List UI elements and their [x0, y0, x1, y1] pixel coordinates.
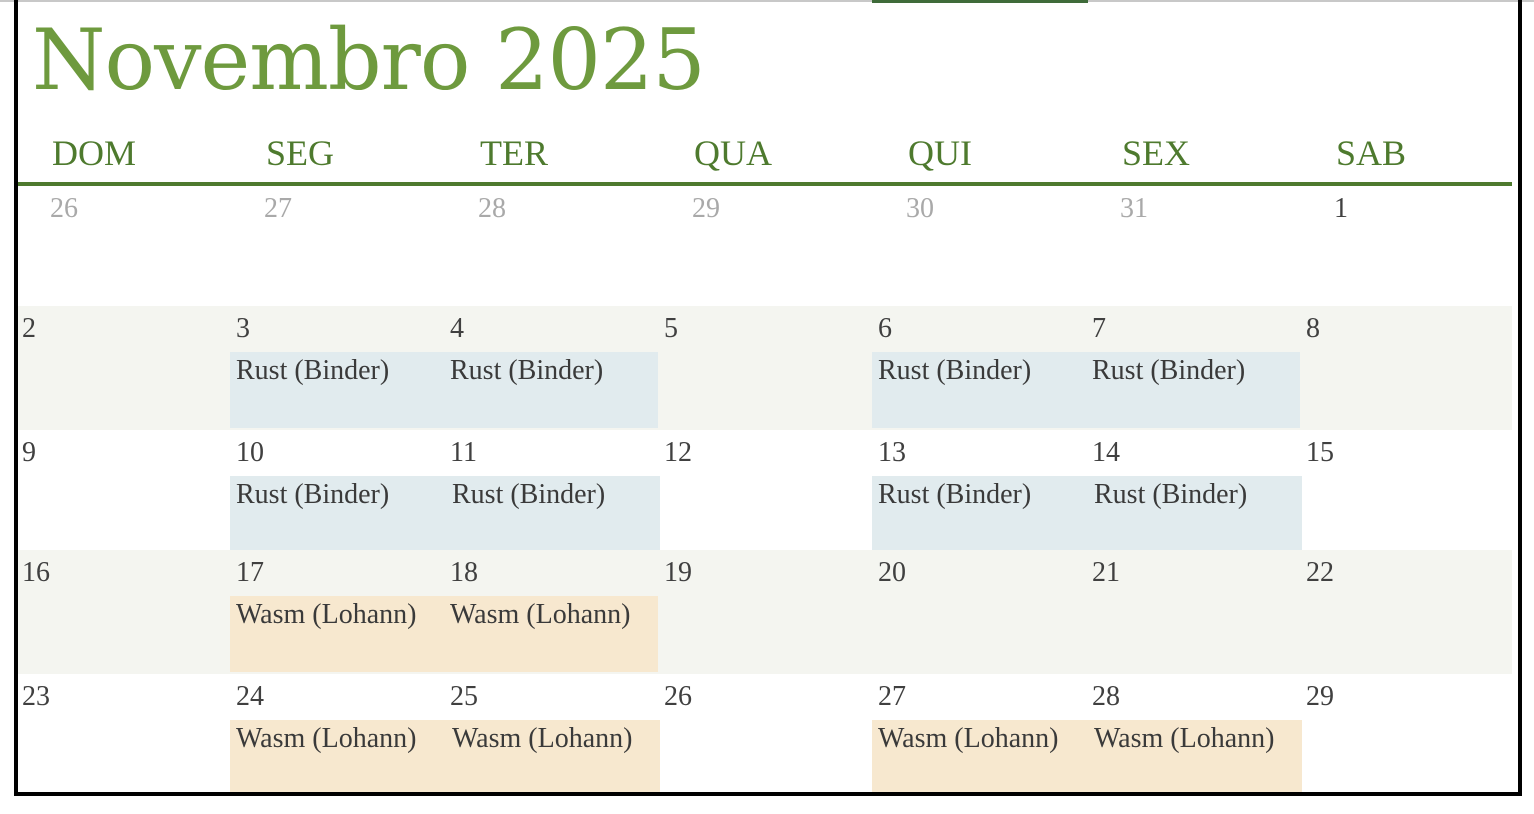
day-number[interactable]: 4 [450, 314, 464, 344]
day-number[interactable]: 7 [1092, 314, 1106, 344]
weekday-saturday: SAB [1336, 133, 1407, 173]
day-number[interactable]: 26 [664, 682, 692, 712]
day-number[interactable]: 19 [664, 558, 692, 588]
weekday-wednesday: QUA [694, 133, 772, 173]
day-number[interactable]: 24 [236, 682, 264, 712]
event-rust-binder[interactable]: Rust (Binder) [1086, 352, 1300, 428]
day-number[interactable]: 9 [22, 438, 36, 468]
day-number[interactable]: 3 [236, 314, 250, 344]
event-rust-binder[interactable]: Rust (Binder) [1088, 476, 1302, 552]
weekday-monday: SEG [266, 133, 335, 173]
day-number[interactable]: 18 [450, 558, 478, 588]
day-number[interactable]: 2 [22, 314, 36, 344]
event-wasm-lohann[interactable]: Wasm (Lohann) [1088, 720, 1302, 792]
event-rust-binder[interactable]: Rust (Binder) [446, 476, 660, 552]
event-rust-binder[interactable]: Rust (Binder) [872, 476, 1088, 552]
day-number[interactable]: 16 [22, 558, 50, 588]
day-number[interactable]: 23 [22, 682, 50, 712]
day-number[interactable]: 28 [478, 194, 506, 224]
day-number[interactable]: 1 [1334, 194, 1348, 224]
day-number[interactable]: 11 [450, 438, 477, 468]
day-number[interactable]: 21 [1092, 558, 1120, 588]
week-row-5: 23 24 25 26 27 28 29 Wasm (Lohann) Wasm … [18, 674, 1512, 792]
week-row-4: 16 17 18 19 20 21 22 Wasm (Lohann) Wasm … [18, 550, 1512, 674]
day-number[interactable]: 13 [878, 438, 906, 468]
event-wasm-lohann[interactable]: Wasm (Lohann) [230, 596, 444, 672]
event-wasm-lohann[interactable]: Wasm (Lohann) [230, 720, 446, 792]
day-number[interactable]: 15 [1306, 438, 1334, 468]
day-number[interactable]: 12 [664, 438, 692, 468]
weekday-sunday: DOM [52, 133, 137, 173]
weekday-header: DOM SEG TER QUA QUI SEX SAB [18, 128, 1512, 182]
day-number[interactable]: 29 [1306, 682, 1334, 712]
day-number[interactable]: 26 [50, 194, 78, 224]
day-number[interactable]: 17 [236, 558, 264, 588]
week-row-3: 9 10 11 12 13 14 15 Rust (Binder) Rust (… [18, 430, 1512, 552]
day-number[interactable]: 6 [878, 314, 892, 344]
day-number[interactable]: 27 [264, 194, 292, 224]
weekday-thursday: QUI [908, 133, 972, 173]
event-wasm-lohann[interactable]: Wasm (Lohann) [872, 720, 1088, 792]
weekday-tuesday: TER [480, 133, 548, 173]
day-number[interactable]: 29 [692, 194, 720, 224]
day-number[interactable]: 8 [1306, 314, 1320, 344]
day-number[interactable]: 28 [1092, 682, 1120, 712]
day-number[interactable]: 20 [878, 558, 906, 588]
day-number[interactable]: 25 [450, 682, 478, 712]
day-number[interactable]: 5 [664, 314, 678, 344]
event-rust-binder[interactable]: Rust (Binder) [872, 352, 1086, 428]
week-row-2: 2 3 4 5 6 7 8 Rust (Binder) Rust (Binder… [18, 306, 1512, 430]
event-rust-binder[interactable]: Rust (Binder) [444, 352, 658, 428]
event-wasm-lohann[interactable]: Wasm (Lohann) [446, 720, 660, 792]
day-number[interactable]: 31 [1120, 194, 1148, 224]
event-wasm-lohann[interactable]: Wasm (Lohann) [444, 596, 658, 672]
day-number[interactable]: 27 [878, 682, 906, 712]
day-number[interactable]: 10 [236, 438, 264, 468]
event-rust-binder[interactable]: Rust (Binder) [230, 476, 446, 552]
calendar-title: Novembro 2025 [32, 11, 706, 109]
day-number[interactable]: 30 [906, 194, 934, 224]
weekday-friday: SEX [1122, 133, 1191, 173]
day-number[interactable]: 22 [1306, 558, 1334, 588]
event-rust-binder[interactable]: Rust (Binder) [230, 352, 444, 428]
day-number[interactable]: 14 [1092, 438, 1120, 468]
week-row-1: 26 27 28 29 30 31 1 [18, 186, 1512, 306]
